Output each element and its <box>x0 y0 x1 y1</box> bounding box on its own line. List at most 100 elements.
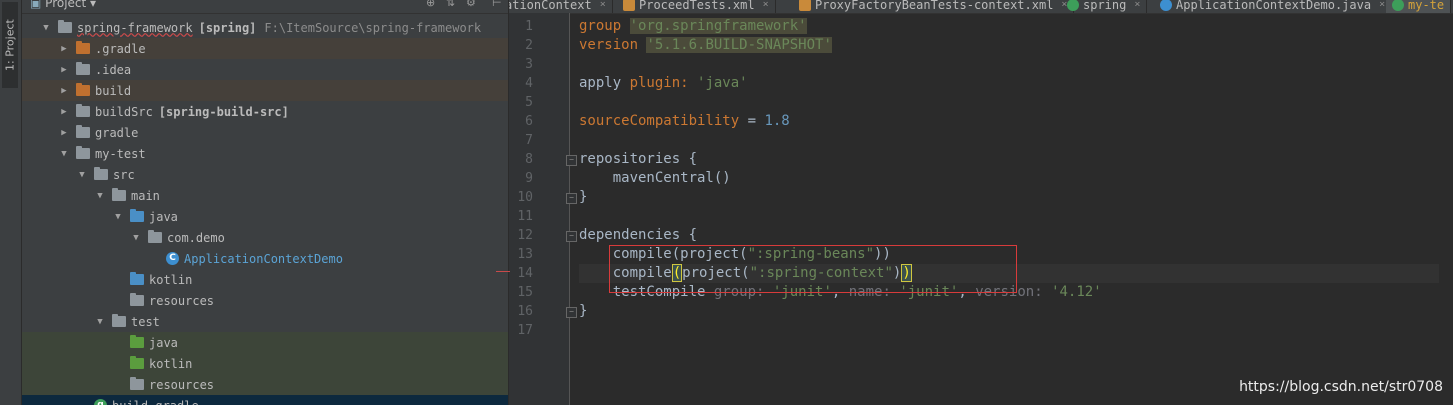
folder-icon <box>130 293 144 306</box>
editor-tab-label: spring <box>1083 0 1127 12</box>
tree-item[interactable]: ▼ com.demo <box>22 227 508 248</box>
folder-icon <box>148 230 162 243</box>
expand-arrow-icon[interactable]: ▼ <box>94 317 106 327</box>
line-number: 4 <box>525 76 533 91</box>
editor-tab[interactable]: ProceedTests.xml × <box>617 0 776 13</box>
fold-marker-icon[interactable]: − <box>566 193 577 204</box>
project-tool-window-button[interactable]: 1: Project <box>2 2 18 88</box>
tree-item[interactable]: ▼ java <box>22 206 508 227</box>
tree-item-label: ApplicationContextDemo <box>184 251 343 266</box>
tree-item[interactable]: resources <box>22 374 508 395</box>
code-editor: ationContext × ProceedTests.xml × ProxyFacto… <box>509 0 1453 405</box>
line-number: 6 <box>525 114 533 129</box>
editor-tab[interactable]: my-te <box>1386 0 1452 13</box>
folder-icon <box>76 83 90 96</box>
expand-arrow-icon[interactable]: ▼ <box>40 23 52 33</box>
tree-item-label: .idea <box>95 62 132 77</box>
project-path: F:\ItemSource\spring-framework <box>264 20 482 35</box>
tree-item[interactable]: C ApplicationContextDemo <box>22 248 508 269</box>
tree-item-label: spring-framework <box>77 20 193 35</box>
collapse-arrow-icon[interactable]: ▶ <box>58 86 70 96</box>
fold-marker-icon[interactable]: − <box>566 231 577 242</box>
tree-item[interactable]: kotlin <box>22 269 508 290</box>
line-number: 3 <box>525 57 533 72</box>
close-tab-icon[interactable]: × <box>600 0 606 10</box>
folder-icon <box>130 209 144 222</box>
tree-item[interactable]: resources <box>22 290 508 311</box>
tree-item[interactable]: ▶ build <box>22 80 508 101</box>
code-line-16: } <box>579 303 588 319</box>
expand-arrow-icon[interactable]: ▼ <box>130 233 142 243</box>
close-tab-icon[interactable]: × <box>1379 0 1385 10</box>
line-number: 15 <box>517 285 533 300</box>
tree-item[interactable]: g build.gradle <box>22 395 508 405</box>
editor-tab-bar: ationContext × ProceedTests.xml × ProxyFacto… <box>509 0 1453 14</box>
expand-arrow-icon[interactable]: ▼ <box>94 191 106 201</box>
line-number: 17 <box>517 323 533 338</box>
line-number: 1 <box>525 19 533 34</box>
gradle-file-icon <box>1392 0 1404 11</box>
tree-item-label: com.demo <box>167 230 225 245</box>
folder-icon <box>112 188 126 201</box>
project-view-selector[interactable]: ▣ Project ▾ <box>30 0 96 10</box>
gradle-file-icon: g <box>94 399 107 405</box>
collapse-all-icon[interactable]: ⇅ <box>446 0 455 9</box>
close-tab-icon[interactable]: × <box>1134 0 1140 10</box>
tree-item-label: .gradle <box>95 41 146 56</box>
collapse-arrow-icon[interactable]: ▶ <box>58 65 70 75</box>
tree-item-label: main <box>131 188 160 203</box>
tree-item-label: resources <box>149 293 215 308</box>
tree-item[interactable]: ▶ .gradle <box>22 38 508 59</box>
fold-marker-icon[interactable]: − <box>566 307 577 318</box>
tree-item-label: kotlin <box>149 356 193 371</box>
line-number: 10 <box>517 190 533 205</box>
line-number: 13 <box>517 247 533 262</box>
line-number: 5 <box>525 95 533 110</box>
fold-marker-icon[interactable]: − <box>566 155 577 166</box>
editor-tab[interactable]: ApplicationContextDemo.java × <box>1154 0 1393 13</box>
folder-icon <box>76 41 90 54</box>
editor-tab-label: ationContext <box>509 0 592 12</box>
code-line-8: repositories { <box>579 151 698 167</box>
tree-item-label: resources <box>149 377 215 392</box>
tree-item[interactable]: ▼ my-test <box>22 143 508 164</box>
collapse-arrow-icon[interactable]: ▶ <box>58 128 70 138</box>
expand-arrow-icon[interactable]: ▼ <box>112 212 124 222</box>
tree-item[interactable]: kotlin <box>22 353 508 374</box>
tree-item[interactable]: ▼ main <box>22 185 508 206</box>
tree-item-label: test <box>131 314 160 329</box>
tree-item-label: buildSrc <box>95 104 153 119</box>
scope-icon[interactable]: ⊕ <box>426 0 435 9</box>
tree-item[interactable]: ▶ buildSrc [spring-build-src] <box>22 101 508 122</box>
tree-item-label: my-test <box>95 146 146 161</box>
expand-arrow-icon[interactable]: ▼ <box>76 170 88 180</box>
editor-tab-label: my-te <box>1408 0 1445 12</box>
tree-item[interactable]: ▶ .idea <box>22 59 508 80</box>
watermark: https://blog.csdn.net/str0708 <box>1239 379 1443 395</box>
collapse-arrow-icon[interactable]: ▶ <box>58 107 70 117</box>
collapse-arrow-icon[interactable]: ▶ <box>58 44 70 54</box>
tree-item-label: build <box>95 83 132 98</box>
tree-item[interactable]: ▼ spring-framework [spring] F:\ItemSource\s… <box>22 17 508 38</box>
tree-item[interactable]: ▼ test <box>22 311 508 332</box>
expand-arrow-icon[interactable]: ▼ <box>58 149 70 159</box>
folder-icon <box>76 104 90 117</box>
code-line-2: version '5.1.6.BUILD-SNAPSHOT' <box>579 37 832 53</box>
hide-panel-icon[interactable]: ⊢ <box>492 0 502 9</box>
close-tab-icon[interactable]: × <box>763 0 769 10</box>
tree-item[interactable]: java <box>22 332 508 353</box>
line-number: 12 <box>517 228 533 243</box>
module-name-label: [spring] <box>198 20 257 35</box>
tree-item[interactable]: ▶ gradle <box>22 122 508 143</box>
folder-icon <box>130 377 144 390</box>
xml-file-icon <box>623 0 635 11</box>
editor-tab[interactable]: spring × <box>1061 0 1148 13</box>
folder-icon <box>112 314 126 327</box>
tree-item-label: build.gradle <box>112 399 199 405</box>
gear-icon[interactable]: ⚙ <box>466 0 476 9</box>
editor-tab[interactable]: ProxyFactoryBeanTests-context.xml × <box>793 0 1075 13</box>
code-line-10: } <box>579 189 588 205</box>
editor-tab[interactable]: ationContext × <box>509 0 613 13</box>
tree-item[interactable]: ▼ src <box>22 164 508 185</box>
folder-icon <box>76 62 90 75</box>
